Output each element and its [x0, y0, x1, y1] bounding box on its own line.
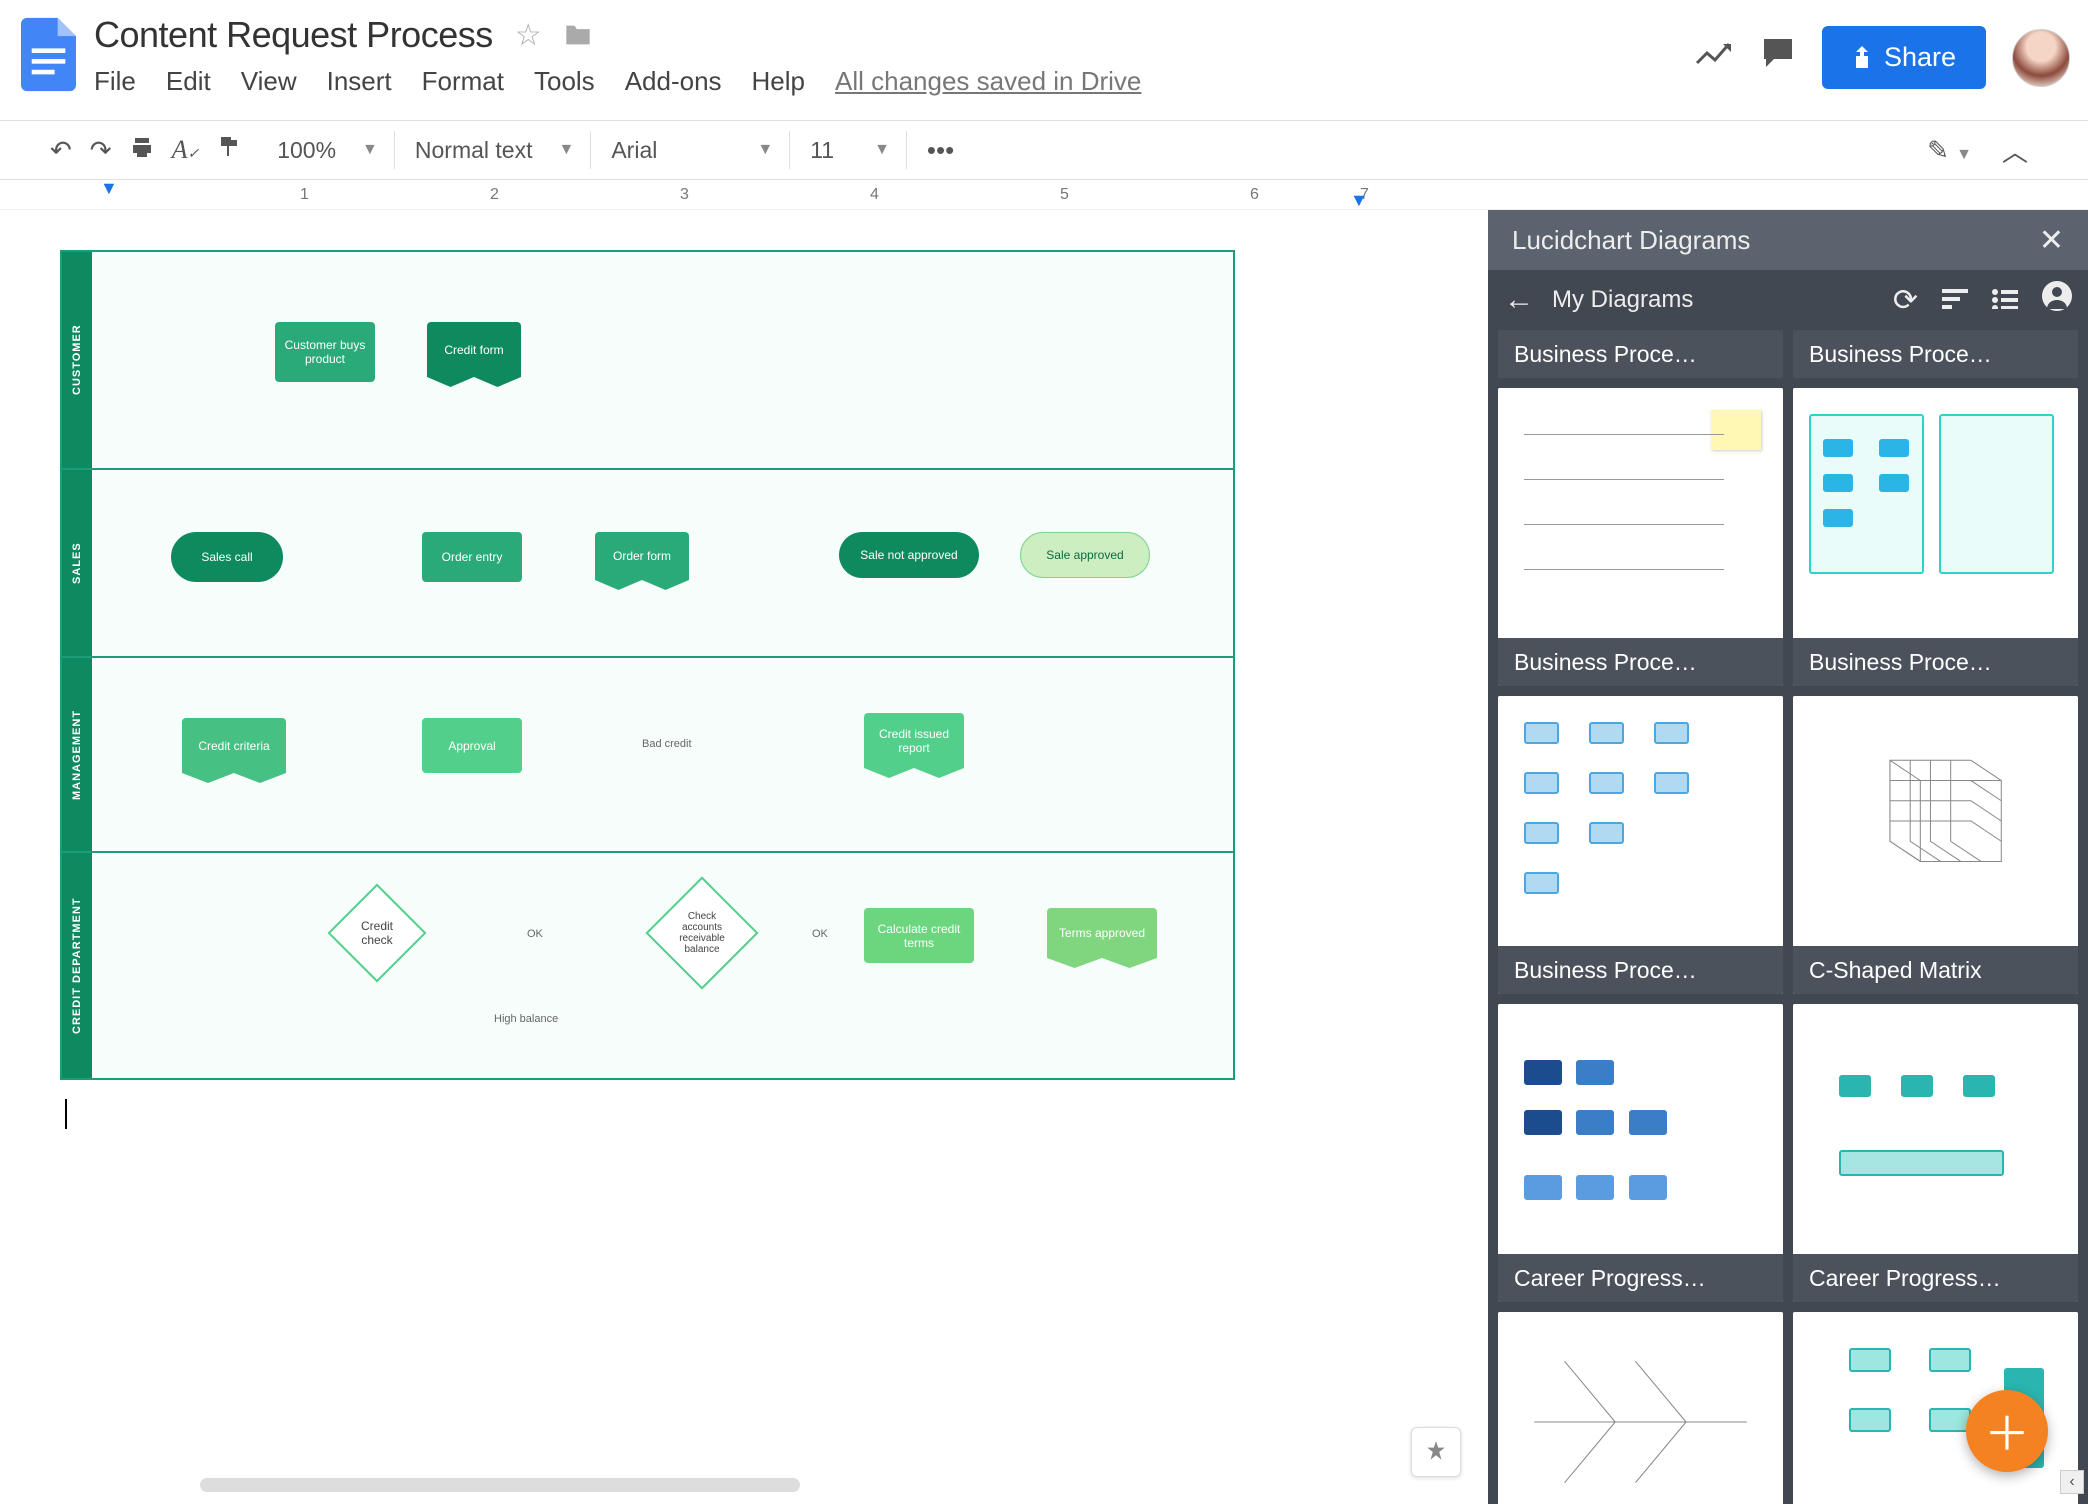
node-credit-check: Credit check [328, 884, 427, 983]
add-diagram-button[interactable]: ＋ [1966, 1390, 2048, 1472]
diagram-card[interactable]: Career Progress… [1498, 1004, 1783, 1302]
node-terms-approved: Terms approved [1047, 908, 1157, 958]
diagram-card[interactable]: Career Progress… [1793, 1004, 2078, 1302]
close-icon[interactable]: ✕ [2039, 223, 2064, 258]
style-select[interactable]: Normal text▼ [415, 137, 574, 164]
diagram-card[interactable]: Business Proce… [1498, 388, 1783, 686]
undo-icon[interactable]: ↶ [50, 135, 72, 166]
spellcheck-icon[interactable]: A✓ [172, 135, 200, 165]
sidebar-title: Lucidchart Diagrams [1512, 225, 1750, 256]
menu-insert[interactable]: Insert [327, 66, 392, 97]
folder-icon[interactable] [564, 23, 592, 47]
diagram-card[interactable]: Business Proce… [1498, 696, 1783, 994]
font-select[interactable]: Arial▼ [611, 137, 773, 164]
docs-logo-icon[interactable] [18, 14, 78, 94]
list-icon[interactable] [1992, 283, 2018, 317]
node-sales-call: Sales call [171, 532, 283, 582]
horizontal-scrollbar[interactable] [200, 1478, 800, 1492]
share-label: Share [1884, 42, 1956, 73]
menu-view[interactable]: View [241, 66, 297, 97]
menu-addons[interactable]: Add-ons [625, 66, 722, 97]
lane-credit: CREDIT DEPARTMENT [62, 853, 92, 1078]
sort-icon[interactable] [1942, 283, 1968, 317]
main-area: CUSTOMER Customer buys product Credit fo… [0, 210, 2088, 1504]
edit-mode-icon[interactable]: ✎ ▼ [1927, 135, 1972, 166]
sidebar-breadcrumb[interactable]: My Diagrams [1552, 286, 1693, 314]
user-avatar[interactable] [2012, 29, 2070, 87]
title-bar: Content Request Process ☆ File Edit View… [0, 0, 2088, 120]
more-icon[interactable]: ••• [927, 135, 954, 166]
edge-bad-credit: Bad credit [642, 738, 692, 750]
diagram-grid: Business Proce… Business Proce… Business… [1488, 330, 2088, 1504]
node-credit-form: Credit form [427, 322, 521, 377]
node-sale-not-approved: Sale not approved [839, 532, 979, 578]
collapse-toolbar-icon[interactable]: ︿ [2002, 132, 2028, 169]
menu-file[interactable]: File [94, 66, 136, 97]
menu-bar: File Edit View Insert Format Tools Add-o… [94, 66, 1694, 97]
refresh-icon[interactable]: ⟳ [1893, 283, 1918, 318]
share-button[interactable]: Share [1822, 26, 1986, 89]
toolbar: ↶ ↷ A✓ 100%▼ Normal text▼ Arial▼ 11▼ •••… [0, 120, 2088, 180]
document-title[interactable]: Content Request Process [94, 14, 493, 56]
lane-customer: CUSTOMER [62, 252, 92, 468]
indent-right-marker[interactable]: ▼ [1350, 190, 1368, 211]
edge-ok2: OK [812, 928, 828, 940]
fontsize-select[interactable]: 11▼ [810, 137, 890, 164]
lane-sales: SALES [62, 470, 92, 656]
node-credit-issued: Credit issued report [864, 713, 964, 768]
star-icon[interactable]: ☆ [515, 18, 542, 53]
document-canvas[interactable]: CUSTOMER Customer buys product Credit fo… [0, 210, 1488, 1504]
redo-icon[interactable]: ↷ [90, 135, 112, 166]
menu-tools[interactable]: Tools [534, 66, 595, 97]
edge-high-balance: High balance [494, 1013, 558, 1025]
paint-format-icon[interactable] [217, 135, 241, 166]
flowchart-diagram[interactable]: CUSTOMER Customer buys product Credit fo… [60, 250, 1235, 1080]
menu-help[interactable]: Help [752, 66, 805, 97]
diagram-card[interactable]: Business Proce… [1498, 330, 1783, 378]
text-cursor [65, 1099, 67, 1129]
diagram-card[interactable]: Business Proce… [1793, 330, 2078, 378]
comments-icon[interactable] [1760, 35, 1796, 80]
node-order-form: Order form [595, 532, 689, 580]
node-calculate-terms: Calculate credit terms [864, 908, 974, 963]
expand-sidebar-icon[interactable]: ‹ [2060, 1470, 2084, 1494]
diagram-card[interactable]: Business Proce… [1793, 388, 2078, 686]
node-sale-approved: Sale approved [1020, 532, 1150, 578]
print-icon[interactable] [130, 135, 154, 166]
lane-management: MANAGEMENT [62, 658, 92, 851]
node-order-entry: Order entry [422, 532, 522, 582]
node-check-balance: Check accounts receivable balance [645, 876, 758, 989]
menu-edit[interactable]: Edit [166, 66, 211, 97]
sidebar-header: Lucidchart Diagrams ✕ [1488, 210, 2088, 270]
node-customer-buys: Customer buys product [275, 322, 375, 382]
edge-ok1: OK [527, 928, 543, 940]
node-approval: Approval [422, 718, 522, 773]
save-status[interactable]: All changes saved in Drive [835, 66, 1141, 97]
ruler[interactable]: ▼ 1 2 3 4 5 6 7 ▼ [0, 180, 2088, 210]
back-icon[interactable]: ← [1504, 283, 1534, 317]
account-icon[interactable] [2042, 281, 2072, 319]
activity-icon[interactable] [1694, 38, 1734, 78]
menu-format[interactable]: Format [422, 66, 504, 97]
zoom-select[interactable]: 100%▼ [277, 137, 378, 164]
diagram-card[interactable] [1498, 1312, 1783, 1504]
explore-button[interactable] [1411, 1427, 1461, 1477]
indent-left-marker[interactable]: ▼ [100, 178, 118, 199]
node-credit-criteria: Credit criteria [182, 718, 286, 773]
lucidchart-sidebar: Lucidchart Diagrams ✕ ← My Diagrams ⟳ Bu… [1488, 210, 2088, 1504]
diagram-card[interactable]: C-Shaped Matrix [1793, 696, 2078, 994]
